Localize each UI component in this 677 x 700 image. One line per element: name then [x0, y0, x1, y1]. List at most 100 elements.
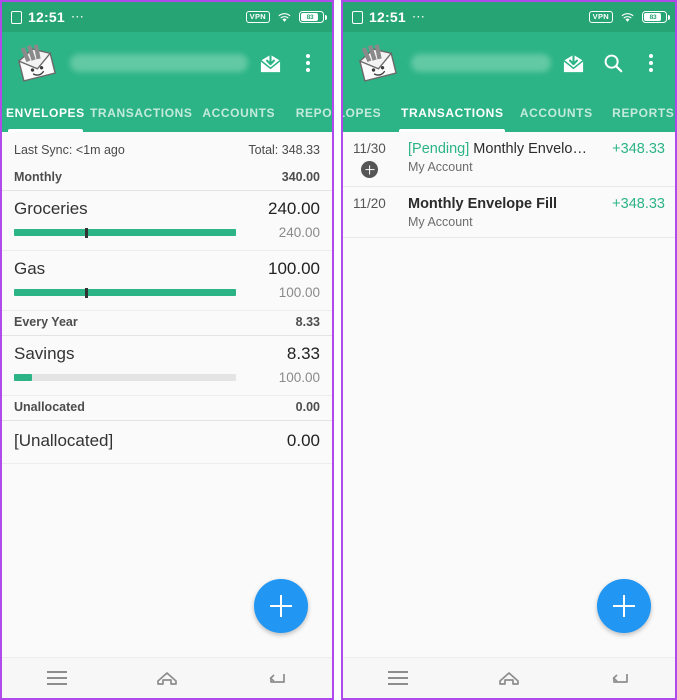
transfer-plus-badge-icon: [361, 161, 378, 178]
progress-fill: [14, 229, 236, 236]
app-notification-icon: [352, 11, 363, 24]
recents-icon[interactable]: [385, 666, 411, 690]
envelope-top: Savings 8.33: [14, 344, 320, 364]
battery-percent-label: 83: [650, 14, 657, 21]
transaction-account: My Account: [408, 160, 665, 174]
group-header-every-year[interactable]: Every Year 8.33: [2, 311, 332, 336]
tab-bar-right: ELOPES TRANSACTIONS ACCOUNTS REPORTS: [343, 94, 675, 132]
envelope-top: Groceries 240.00: [14, 199, 320, 219]
transaction-main: [Pending] Monthly Envelo… +348.33 My Acc…: [408, 141, 665, 178]
home-icon[interactable]: [496, 666, 522, 690]
envelope-goal: 100.00: [279, 285, 320, 300]
status-bar-right-group: VPN 83: [246, 11, 324, 24]
envelope-bottom: 100.00: [14, 285, 320, 300]
envelopes-list: Last Sync: <1m ago Total: 348.33 Monthly…: [2, 132, 332, 657]
envelope-row-gas[interactable]: Gas 100.00 100.00: [2, 251, 332, 311]
envelope-goal: 240.00: [279, 225, 320, 240]
back-icon[interactable]: [264, 666, 290, 690]
transaction-title: Monthly Envelope Fill: [408, 196, 604, 212]
transaction-account: My Account: [408, 215, 665, 229]
back-icon[interactable]: [607, 666, 633, 690]
group-total: 0.00: [296, 400, 320, 414]
transaction-amount: +348.33: [612, 141, 665, 157]
search-icon[interactable]: [601, 51, 625, 75]
battery-icon: 83: [642, 11, 667, 24]
vpn-icon: VPN: [589, 11, 613, 23]
status-bar-left-group: 12:51 ⋯: [352, 9, 426, 25]
app-bar-left: [2, 32, 332, 94]
status-bar-more-icon: ⋯: [412, 9, 426, 25]
transaction-main: Monthly Envelope Fill +348.33 My Account: [408, 196, 665, 229]
envelope-name: [Unallocated]: [14, 431, 113, 451]
app-notification-icon: [11, 11, 22, 24]
envelope-progress-bar: [14, 229, 236, 236]
group-name: Monthly: [14, 170, 62, 184]
envelope-name: Savings: [14, 344, 74, 364]
add-transaction-fab[interactable]: [597, 579, 651, 633]
transaction-row[interactable]: 11/30 [Pending] Monthly Envelo… +348.33 …: [343, 132, 675, 187]
transaction-date-column: 11/20: [353, 196, 399, 229]
envelope-budget-logo: [14, 43, 58, 83]
progress-fill: [14, 289, 236, 296]
tab-envelopes[interactable]: ELOPES: [343, 94, 393, 132]
envelope-amount: 8.33: [287, 344, 320, 364]
recents-icon[interactable]: [44, 666, 70, 690]
envelope-amount: 100.00: [268, 259, 320, 279]
system-navigation-bar-left: [2, 657, 332, 698]
status-bar-more-icon: ⋯: [71, 9, 85, 25]
tab-envelopes[interactable]: ENVELOPES: [2, 94, 89, 132]
envelope-row-groceries[interactable]: Groceries 240.00 240.00: [2, 191, 332, 251]
tab-reports[interactable]: REPORTS: [601, 94, 675, 132]
tab-reports[interactable]: REPO: [284, 94, 332, 132]
transaction-title-row: Monthly Envelope Fill +348.33: [408, 196, 665, 212]
transaction-title-row: [Pending] Monthly Envelo… +348.33: [408, 141, 665, 157]
status-bar-left-group: 12:51 ⋯: [11, 9, 85, 25]
app-bar-actions-right: [561, 51, 665, 75]
status-bar-right-group: VPN 83: [589, 11, 667, 24]
group-name: Every Year: [14, 315, 78, 329]
envelope-amount: 0.00: [287, 431, 320, 451]
app-bar-actions-left: [258, 51, 322, 75]
app-title-redacted: [70, 54, 248, 72]
envelope-download-icon[interactable]: [258, 51, 282, 75]
battery-percent-label: 83: [307, 14, 314, 21]
app-title-redacted: [411, 54, 551, 72]
envelope-name: Groceries: [14, 199, 88, 219]
status-bar-right: 12:51 ⋯ VPN 83: [343, 2, 675, 32]
envelope-progress-bar: [14, 289, 236, 296]
app-bar-right: [343, 32, 675, 94]
tab-accounts[interactable]: ACCOUNTS: [194, 94, 284, 132]
phone-screenshot-transactions: 12:51 ⋯ VPN 83: [341, 0, 677, 700]
transactions-list: 11/30 [Pending] Monthly Envelo… +348.33 …: [343, 132, 675, 657]
pending-tag: [Pending]: [408, 141, 469, 157]
transaction-row[interactable]: 11/20 Monthly Envelope Fill +348.33 My A…: [343, 187, 675, 238]
envelope-budget-logo: [355, 43, 399, 83]
sync-summary-row: Last Sync: <1m ago Total: 348.33: [2, 132, 332, 166]
envelope-goal: 100.00: [279, 370, 320, 385]
add-envelope-fab[interactable]: [254, 579, 308, 633]
tab-transactions[interactable]: TRANSACTIONS: [89, 94, 194, 132]
overflow-menu-icon[interactable]: [641, 51, 661, 75]
envelope-top: Gas 100.00: [14, 259, 320, 279]
overflow-menu-icon[interactable]: [298, 51, 318, 75]
home-icon[interactable]: [154, 666, 180, 690]
tab-transactions[interactable]: TRANSACTIONS: [393, 94, 511, 132]
envelope-row-savings[interactable]: Savings 8.33 100.00: [2, 336, 332, 396]
battery-icon: 83: [299, 11, 324, 24]
system-navigation-bar-right: [343, 657, 675, 698]
status-bar-clock: 12:51: [28, 9, 65, 25]
envelope-name: Gas: [14, 259, 45, 279]
group-header-monthly[interactable]: Monthly 340.00: [2, 166, 332, 191]
screenshot-stage: 12:51 ⋯ VPN 83: [0, 0, 677, 700]
envelope-download-icon[interactable]: [561, 51, 585, 75]
transaction-title: Monthly Envelo…: [469, 141, 587, 157]
transaction-title-wrap: [Pending] Monthly Envelo…: [408, 141, 604, 157]
group-header-unallocated[interactable]: Unallocated 0.00: [2, 396, 332, 421]
group-total: 340.00: [282, 170, 320, 184]
envelope-bottom: 240.00: [14, 225, 320, 240]
transaction-date: 11/30: [353, 141, 386, 156]
envelope-progress-bar: [14, 374, 236, 381]
transaction-amount: +348.33: [612, 196, 665, 212]
envelope-row-unallocated[interactable]: [Unallocated] 0.00: [2, 421, 332, 464]
tab-accounts[interactable]: ACCOUNTS: [511, 94, 601, 132]
